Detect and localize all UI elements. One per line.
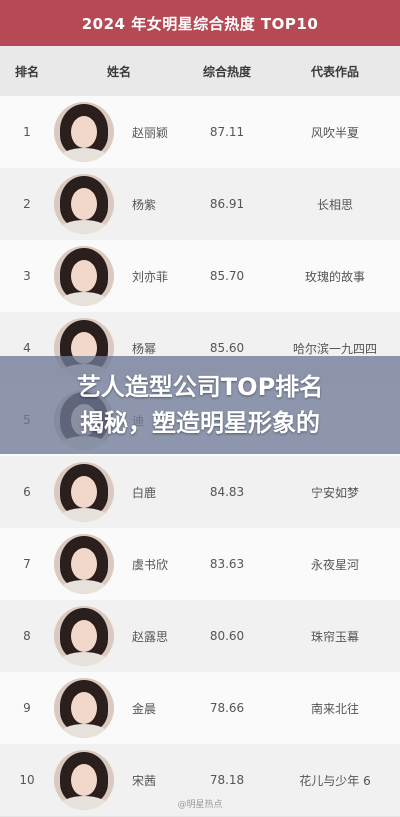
name-cell: 杨幂 — [132, 341, 157, 356]
rank-cell: 3 — [23, 269, 31, 283]
header-heat: 综合热度 — [202, 64, 251, 79]
table-row: 6 白鹿 84.83 宁安如梦 — [0, 456, 400, 529]
rank-cell: 7 — [23, 557, 31, 571]
chart-title-bar: 2024 年女明星综合热度 TOP10 — [0, 0, 400, 46]
headline-line-2: 揭秘，塑造明星形象的 — [80, 409, 320, 437]
header-works: 代表作品 — [310, 64, 359, 79]
rank-cell: 4 — [23, 341, 31, 355]
header-rank: 排名 — [14, 64, 39, 79]
name-cell: 赵露思 — [132, 629, 169, 644]
rank-cell: 8 — [23, 629, 31, 643]
table-row: 9 金晨 78.66 南来北往 — [0, 672, 400, 745]
heat-cell: 78.66 — [209, 701, 245, 715]
name-cell: 虞书欣 — [132, 557, 169, 572]
table-row: 7 虞书欣 83.63 永夜星河 — [0, 528, 400, 601]
table-row: 1 赵丽颖 87.11 风吹半夏 — [0, 96, 400, 169]
rank-cell: 9 — [23, 701, 31, 715]
work-cell: 花儿与少年 6 — [299, 773, 371, 788]
work-cell: 哈尔滨一九四四 — [292, 341, 377, 356]
name-cell: 杨紫 — [132, 197, 157, 212]
avatar — [54, 246, 114, 306]
heat-cell: 87.11 — [209, 125, 245, 139]
work-cell: 永夜星河 — [310, 557, 359, 572]
heat-cell: 85.70 — [209, 269, 245, 283]
name-cell: 刘亦菲 — [132, 269, 169, 284]
heat-cell: 80.60 — [209, 629, 245, 643]
page-title: 2024 年女明星综合热度 TOP10 — [81, 14, 319, 33]
work-cell: 风吹半夏 — [310, 125, 359, 140]
table-row: 3 刘亦菲 85.70 玫瑰的故事 — [0, 240, 400, 313]
heat-cell: 84.83 — [209, 485, 245, 499]
header-name: 姓名 — [106, 64, 131, 79]
rank-cell: 1 — [23, 125, 31, 139]
heat-cell: 83.63 — [209, 557, 245, 571]
watermark: @明星热点 — [0, 795, 400, 811]
work-cell: 南来北往 — [310, 701, 359, 716]
work-cell: 珠帘玉幕 — [310, 629, 359, 644]
rank-cell: 2 — [23, 197, 31, 211]
name-cell: 宋茜 — [132, 773, 157, 788]
avatar — [54, 102, 114, 162]
avatar — [54, 534, 114, 594]
avatar — [54, 174, 114, 234]
heat-cell: 78.18 — [209, 773, 245, 787]
name-cell: 金晨 — [132, 701, 157, 716]
heat-cell: 85.60 — [209, 341, 245, 355]
avatar — [54, 462, 114, 522]
work-cell: 玫瑰的故事 — [304, 269, 365, 284]
avatar — [54, 606, 114, 666]
rank-cell: 10 — [19, 773, 35, 787]
watermark-text: @明星热点 — [177, 799, 223, 810]
name-cell: 白鹿 — [132, 485, 157, 500]
table-row: 2 杨紫 86.91 长相思 — [0, 168, 400, 241]
work-cell: 长相思 — [316, 197, 353, 212]
heat-cell: 86.91 — [209, 197, 245, 211]
work-cell: 宁安如梦 — [310, 485, 359, 500]
avatar — [54, 678, 114, 738]
name-cell: 赵丽颖 — [132, 125, 169, 140]
rank-cell: 6 — [23, 485, 31, 499]
table-row: 8 赵露思 80.60 珠帘玉幕 — [0, 600, 400, 673]
headline-overlay: 艺人造型公司TOP排名 揭秘，塑造明星形象的 — [0, 356, 400, 454]
headline-line-1: 艺人造型公司TOP排名 — [76, 373, 324, 401]
table-header: 排名 姓名 综合热度 代表作品 — [0, 46, 400, 97]
